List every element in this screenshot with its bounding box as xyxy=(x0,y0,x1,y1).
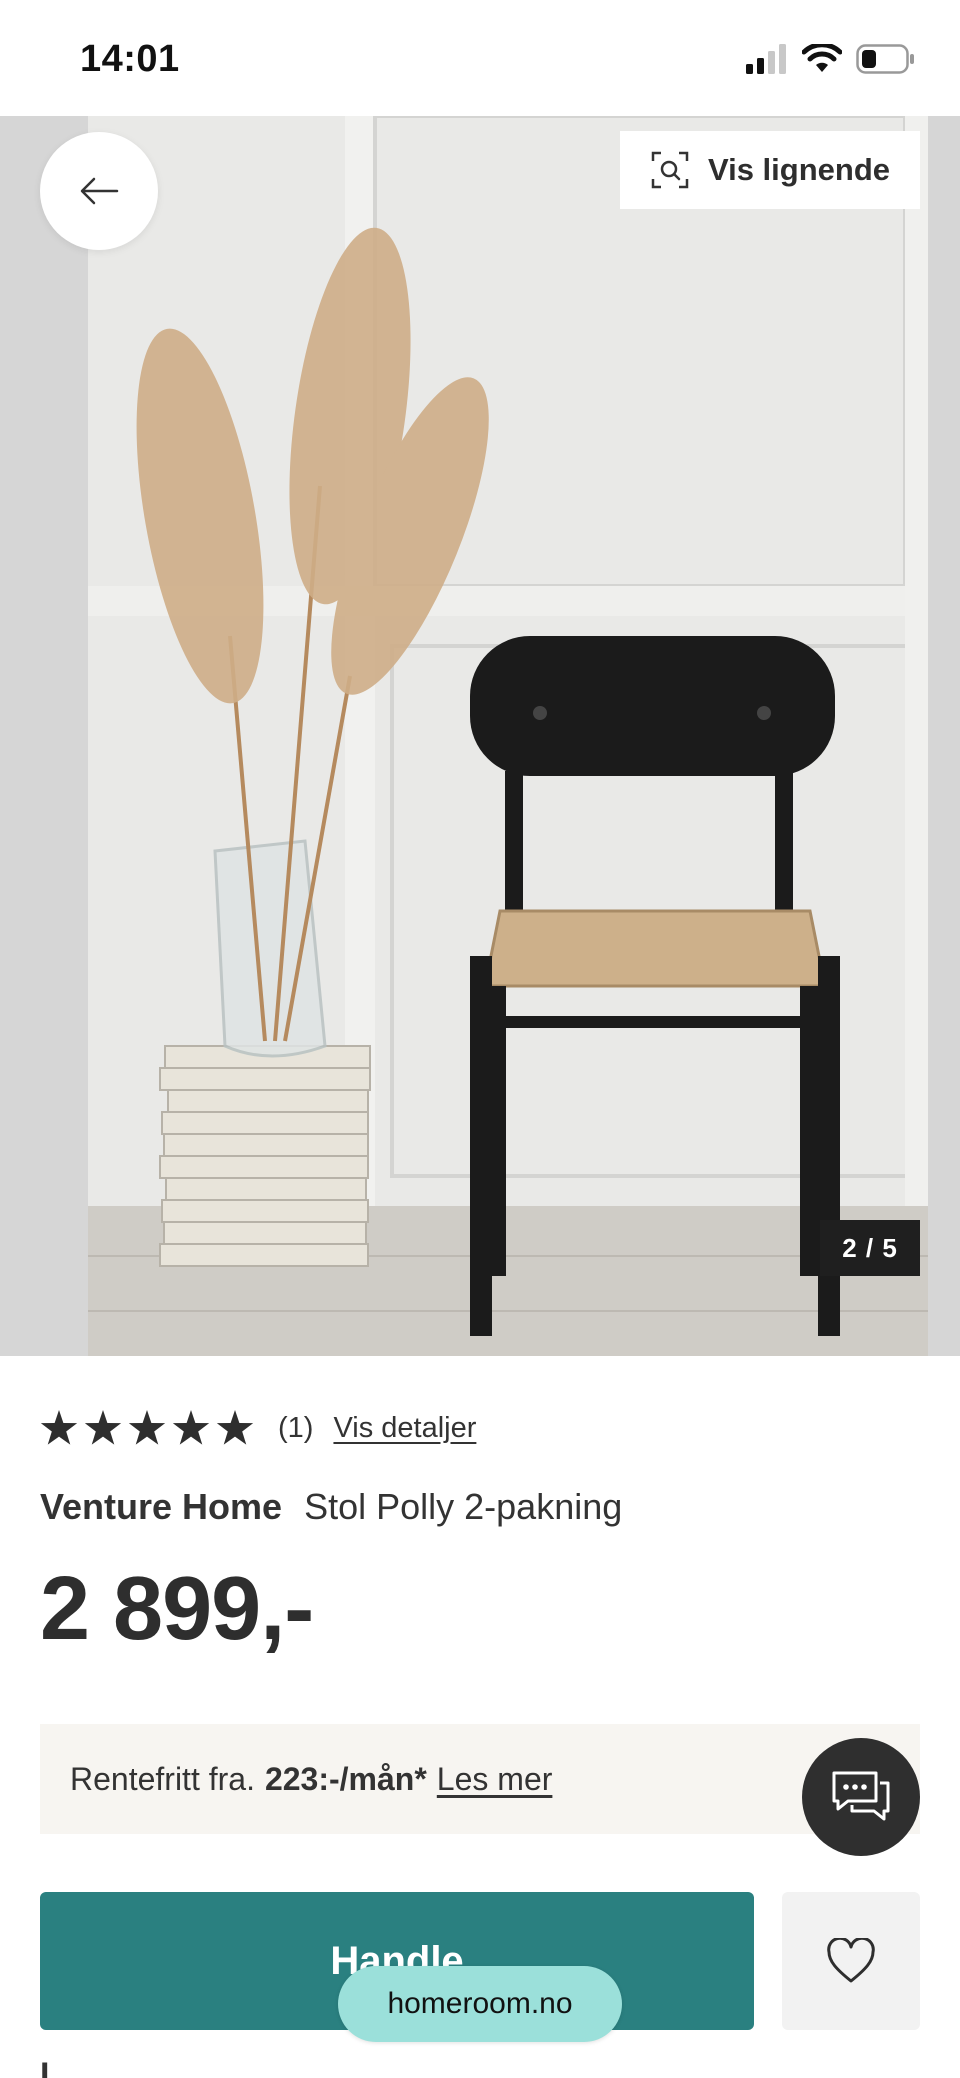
wishlist-button[interactable] xyxy=(782,1892,920,2030)
back-button[interactable] xyxy=(40,132,158,250)
battery-icon xyxy=(856,44,914,74)
read-more-link[interactable]: Les mer xyxy=(437,1761,553,1798)
status-bar: 14:01 xyxy=(0,0,960,116)
review-count: (1) xyxy=(278,1411,314,1444)
financing-prefix: Rentefritt fra. xyxy=(70,1760,255,1797)
show-similar-label: Vis lignende xyxy=(707,152,891,187)
image-counter: 2 / 5 xyxy=(820,1220,920,1276)
financing-amount: 223:-/mån* xyxy=(264,1760,427,1797)
status-icons xyxy=(746,44,916,74)
star-icon xyxy=(172,1410,210,1445)
chat-bubble-icon xyxy=(832,1771,890,1821)
chat-button[interactable] xyxy=(802,1738,920,1856)
visual-search-icon xyxy=(651,151,689,189)
star-icon xyxy=(128,1410,166,1445)
star-icon xyxy=(40,1410,78,1445)
financing-banner: Rentefritt fra. 223:-/mån* Les mer xyxy=(40,1724,920,1834)
status-time: 14:01 xyxy=(80,38,180,80)
product-photo xyxy=(0,116,960,1356)
product-title: Venture Home Stol Polly 2-pakning xyxy=(40,1486,622,1528)
arrow-left-icon xyxy=(80,177,119,205)
heart-icon xyxy=(827,1938,875,1983)
brand-name[interactable]: Venture Home xyxy=(40,1486,282,1527)
product-name: Stol Polly 2-pakning xyxy=(304,1486,623,1527)
cellular-signal-icon xyxy=(746,44,786,74)
rating-stars xyxy=(40,1410,254,1446)
product-price: 2 899,- xyxy=(40,1559,314,1659)
wifi-icon xyxy=(802,44,842,72)
view-details-link[interactable]: Vis detaljer xyxy=(333,1412,476,1445)
browser-domain-pill[interactable]: homeroom.no xyxy=(338,1966,622,2042)
star-icon xyxy=(216,1410,254,1445)
rating-row: (1) Vis detaljer xyxy=(40,1406,476,1450)
show-similar-button[interactable]: Vis lignende xyxy=(620,131,920,209)
partial-footer-text: I xyxy=(40,2056,50,2078)
product-image[interactable] xyxy=(0,116,960,1356)
star-icon xyxy=(84,1410,122,1445)
